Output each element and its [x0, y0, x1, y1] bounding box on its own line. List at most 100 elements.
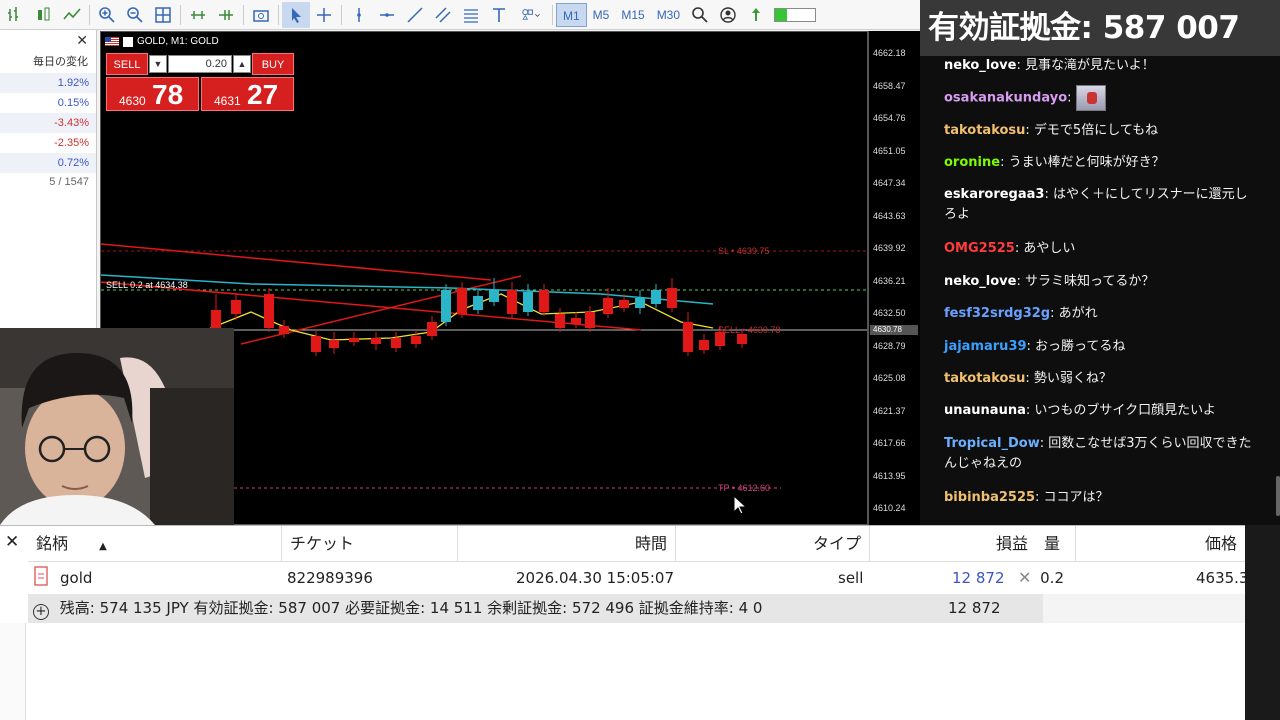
chat-username[interactable]: jajamaru39: [944, 339, 1027, 354]
chat-message: neko_love: サラミ味知ってるか？: [944, 272, 1254, 292]
timeframe-m15[interactable]: M15: [615, 3, 650, 27]
close-icon[interactable]: ✕: [5, 532, 19, 552]
screenshot-icon[interactable]: [247, 2, 275, 28]
chat-message: takotakosu: デモで5倍にしてもね: [944, 121, 1254, 141]
price-axis: 4630.78 4662.18 4658.47 4654.76 4651.05 4647…: [868, 31, 920, 525]
price-tick: 4632.50: [873, 308, 906, 318]
chat-username[interactable]: fesf32srdg32g: [944, 306, 1050, 321]
search-icon[interactable]: [686, 2, 714, 28]
chat-username[interactable]: neko_love: [944, 58, 1016, 73]
timeframe-m1[interactable]: M1: [556, 2, 587, 27]
chat-message: eskaroregaa3: はやく＋にしてリスナーに還元しろよ: [944, 185, 1254, 225]
candle-body: [635, 298, 645, 308]
column-price[interactable]: 価格: [1076, 526, 1245, 562]
daily-change-header: 毎日の変化: [33, 56, 88, 68]
candle-body: [737, 334, 747, 344]
chat-scrollbar[interactable]: [1276, 476, 1280, 516]
position-price: 4635.3: [1196, 569, 1245, 587]
separator: [180, 4, 181, 25]
column-volume[interactable]: 量: [1036, 526, 1076, 562]
candle-body: [651, 290, 661, 304]
signal-icon[interactable]: [742, 2, 770, 28]
watchlist-row[interactable]: 0.15%: [0, 93, 96, 113]
trendline: [101, 243, 492, 281]
candle-body: [683, 322, 693, 352]
price-tick: 4625.08: [873, 373, 906, 383]
chat-username[interactable]: takotakosu: [944, 371, 1025, 386]
column-time[interactable]: 時間: [458, 526, 676, 562]
fibonacci-icon[interactable]: [457, 2, 485, 28]
column-ticket[interactable]: チケット: [282, 526, 458, 562]
expand-icon[interactable]: +: [33, 604, 49, 620]
bar-chart-icon[interactable]: [2, 2, 30, 28]
chat-text: : ココアは？: [1035, 490, 1109, 505]
chat-username[interactable]: osakanakundayo: [944, 91, 1067, 106]
vertical-line-icon[interactable]: [345, 2, 373, 28]
candle-body: [231, 300, 241, 314]
candle-body: [473, 296, 483, 310]
sell-price-major: 4630: [119, 94, 146, 108]
chat-username[interactable]: neko_love: [944, 274, 1016, 289]
watchlist-row[interactable]: -3.43%: [0, 113, 96, 133]
cursor-icon[interactable]: [282, 1, 310, 28]
chat-text: :: [1067, 90, 1072, 106]
connection-status-bar: [774, 7, 817, 22]
timeframe-m5[interactable]: M5: [587, 3, 616, 27]
chart-shift-icon[interactable]: [212, 2, 240, 28]
sell-button[interactable]: SELL: [106, 53, 148, 75]
grid-icon[interactable]: [149, 2, 177, 28]
chat-username[interactable]: OMG2525: [944, 241, 1015, 256]
candle-body: [279, 326, 289, 334]
watchlist-row[interactable]: 0.72%: [0, 153, 96, 173]
close-position-icon[interactable]: ✕: [1018, 566, 1031, 590]
column-symbol[interactable]: 銘柄 ▲: [28, 526, 282, 562]
positions-header: 銘柄 ▲ チケット 時間 タイプ 損益 量 価格: [28, 526, 1245, 562]
timeframe-m30[interactable]: M30: [651, 3, 686, 27]
volume-input[interactable]: 0.20: [168, 55, 232, 73]
close-icon[interactable]: ✕: [76, 32, 88, 49]
volume-down-icon[interactable]: ▼: [149, 55, 167, 73]
chat-username[interactable]: Tropical_Dow: [944, 436, 1040, 451]
sell-price-button[interactable]: 4630 78: [106, 77, 199, 111]
candle-body: [391, 338, 401, 348]
chat-username[interactable]: oronine: [944, 155, 1000, 170]
buy-price-button[interactable]: 4631 27: [201, 77, 294, 111]
account-icon[interactable]: [714, 2, 742, 28]
zoom-out-icon[interactable]: [121, 2, 149, 28]
chat-message: osakanakundayo:: [944, 85, 1254, 111]
separator: [89, 4, 90, 25]
watchlist-row[interactable]: -2.35%: [0, 133, 96, 153]
watchlist-row[interactable]: 1.92%: [0, 73, 96, 93]
chat-username[interactable]: eskaroregaa3: [944, 187, 1044, 202]
autoscroll-icon[interactable]: [184, 2, 212, 28]
chat-username[interactable]: takotakosu: [944, 123, 1025, 138]
column-profit[interactable]: 損益: [870, 526, 1036, 562]
candle-body: [667, 288, 677, 308]
position-ticket: 822989396: [287, 569, 373, 587]
position-symbol[interactable]: gold: [60, 566, 92, 590]
position-time: 2026.04.30 15:05:07: [516, 569, 675, 587]
buy-button[interactable]: BUY: [252, 53, 294, 75]
chat-username[interactable]: unaunauna: [944, 403, 1026, 418]
sort-ascending-icon: ▲: [99, 541, 107, 552]
candlestick-icon[interactable]: [30, 2, 58, 28]
trendline-icon[interactable]: [401, 2, 429, 28]
column-type[interactable]: タイプ: [676, 526, 870, 562]
toolbar: M1 M5 M15 M30: [0, 0, 920, 30]
zoom-in-icon[interactable]: [93, 2, 121, 28]
volume-up-icon[interactable]: ▲: [233, 55, 251, 73]
positions-panel: ✕ 銘柄 ▲ チケット 時間 タイプ 損益 量 価格 gold 82298939…: [0, 525, 1245, 720]
chat-username[interactable]: bibinba2525: [944, 490, 1035, 505]
account-summary-row: + 残高: 574 135 JPY 有効証拠金: 587 007 必要証拠金: …: [28, 594, 1245, 623]
price-tick: 4643.63: [873, 210, 906, 221]
crosshair-icon[interactable]: [310, 2, 338, 28]
candle-body: [585, 312, 595, 328]
price-tick: 4636.21: [873, 275, 906, 286]
text-tool-icon[interactable]: [485, 2, 513, 28]
horizontal-line-icon[interactable]: [373, 2, 401, 28]
channel-icon[interactable]: [429, 2, 457, 28]
shapes-icon[interactable]: [513, 2, 549, 28]
connection-status-fill: [775, 8, 788, 21]
chat-message: takotakosu: 勢い弱くね？: [944, 369, 1254, 389]
line-chart-icon[interactable]: [58, 2, 86, 28]
